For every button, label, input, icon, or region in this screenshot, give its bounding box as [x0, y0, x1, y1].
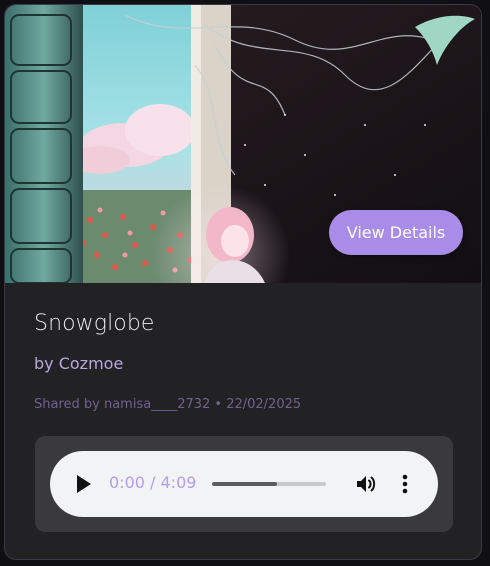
- play-icon[interactable]: [72, 471, 96, 497]
- view-details-button[interactable]: View Details: [329, 210, 463, 255]
- time-display: 0:00 / 4:09: [109, 473, 197, 492]
- song-title: Snowglobe: [34, 311, 155, 336]
- progress-slider[interactable]: [212, 482, 326, 486]
- more-vertical-icon[interactable]: [395, 472, 415, 496]
- audio-player-container: 0:00 / 4:09: [35, 436, 453, 532]
- cover-art: View Details: [5, 5, 481, 283]
- progress-fill: [212, 482, 277, 486]
- audio-player: 0:00 / 4:09: [50, 451, 438, 517]
- shared-info: Shared by namisa____2732 • 22/02/2025: [34, 397, 302, 412]
- volume-icon[interactable]: [354, 472, 378, 496]
- song-card: View Details Snowglobe by Cozmoe Shared …: [4, 4, 482, 560]
- song-artist: by Cozmoe: [34, 354, 124, 373]
